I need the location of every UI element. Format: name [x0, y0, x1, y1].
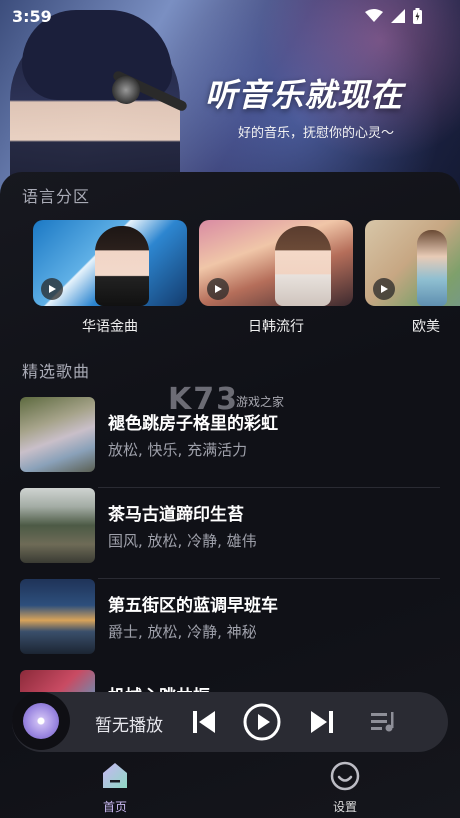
skip-next-icon: [311, 711, 333, 733]
song-cover: [20, 670, 95, 692]
category-card-jk-pop[interactable]: 日韩流行: [199, 220, 353, 336]
song-tags: 放松, 快乐, 充满活力: [108, 441, 248, 459]
song-title: 第五街区的蓝调早班车: [108, 596, 278, 616]
tab-settings[interactable]: 设置: [310, 760, 380, 815]
bottom-tab-bar: 首页 设置: [0, 756, 460, 818]
song-row[interactable]: 第五街区的蓝调早班车 爵士, 放松, 冷静, 神秘: [20, 579, 440, 655]
category-label: 日韩流行: [248, 319, 304, 335]
hero-subtitle: 好的音乐，抚慰你的心灵～: [238, 126, 395, 141]
battery-icon: [413, 8, 422, 24]
song-cover: [20, 579, 95, 654]
signal-icon: [391, 9, 405, 23]
now-playing-text: 暂无播放: [95, 716, 163, 736]
song-cover: [20, 488, 95, 563]
next-button[interactable]: [300, 700, 344, 744]
play-icon[interactable]: [207, 278, 229, 300]
wifi-icon: [365, 9, 383, 22]
song-cover: [20, 397, 95, 472]
home-icon: [103, 763, 127, 788]
playlist-button[interactable]: [362, 700, 406, 744]
song-row[interactable]: 茶马古道蹄印生苔 国风, 放松, 冷静, 雄伟: [20, 488, 440, 564]
hero-title: 听音乐就现在: [205, 76, 404, 114]
song-tags: 国风, 放松, 冷静, 雄伟: [108, 532, 257, 550]
play-icon[interactable]: [373, 278, 395, 300]
playlist-icon: [371, 712, 394, 732]
song-tags: 爵士, 放松, 冷静, 神秘: [108, 623, 257, 641]
disc-icon[interactable]: [12, 692, 70, 750]
status-icons: [365, 8, 422, 24]
category-card-mandarin[interactable]: 华语金曲: [33, 220, 187, 336]
tab-home-label: 首页: [102, 800, 127, 814]
status-time: 3:59: [12, 7, 52, 26]
category-image: [365, 220, 460, 306]
tab-home[interactable]: 首页: [80, 760, 150, 815]
section-title-languages: 语言分区: [22, 187, 91, 206]
song-row[interactable]: 机械心跳共振: [20, 670, 440, 692]
watermark-text: 游戏之家: [236, 395, 285, 409]
category-image: [33, 220, 187, 306]
play-button[interactable]: [240, 700, 284, 744]
category-image: [199, 220, 353, 306]
mini-player[interactable]: 暂无播放: [12, 692, 448, 752]
song-title: 机械心跳共振: [108, 682, 210, 692]
smile-icon: [330, 761, 360, 791]
play-icon[interactable]: [41, 278, 63, 300]
tab-settings-label: 设置: [332, 800, 357, 814]
category-label: 华语金曲: [82, 319, 138, 335]
previous-button[interactable]: [182, 700, 226, 744]
microphone-icon: [112, 76, 140, 104]
category-card-western[interactable]: 欧美: [365, 220, 460, 336]
section-title-songs: 精选歌曲: [22, 362, 91, 381]
skip-previous-icon: [193, 711, 215, 733]
song-title: 茶马古道蹄印生苔: [108, 505, 244, 525]
status-bar: 3:59: [0, 0, 460, 32]
play-circle-icon: [243, 703, 281, 741]
category-label: 欧美: [412, 319, 440, 335]
watermark-logo: K73: [168, 382, 239, 417]
